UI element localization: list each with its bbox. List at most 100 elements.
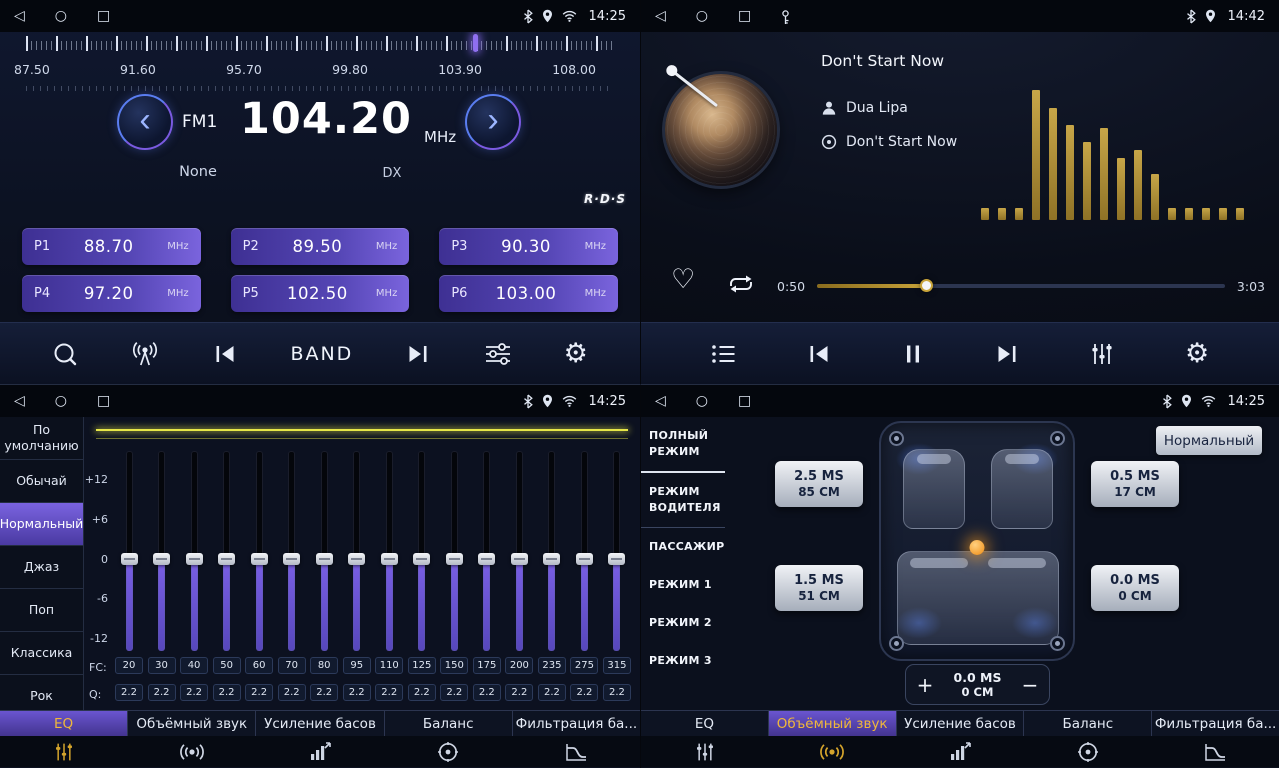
home-icon[interactable]: ○	[696, 393, 708, 409]
eq-slider[interactable]	[353, 451, 360, 651]
tab-filter[interactable]	[1151, 742, 1279, 762]
eq-preset[interactable]: По умолчанию	[0, 417, 83, 460]
recents-icon[interactable]: □	[97, 8, 110, 24]
favorite-icon[interactable]: ♡	[671, 266, 695, 293]
tab[interactable]: Фильтрация ба...	[513, 711, 640, 736]
sound-mode-item[interactable]: РЕЖИМ 1	[641, 566, 725, 604]
eq-slider-handle[interactable]	[511, 553, 528, 565]
eq-slider-handle[interactable]	[348, 553, 365, 565]
eq-slider[interactable]	[386, 451, 393, 651]
tab-bass[interactable]	[896, 742, 1024, 762]
eq-preset[interactable]: Классика	[0, 632, 83, 675]
band-button[interactable]: BAND	[290, 343, 353, 365]
increase-delay-button[interactable]: +	[906, 665, 944, 704]
sound-mode-item[interactable]: ПОЛНЫЙ РЕЖИМ	[641, 417, 725, 473]
tab-balance[interactable]	[384, 741, 512, 763]
tab-filter[interactable]	[512, 742, 640, 762]
sound-mode-item[interactable]: РЕЖИМ 2	[641, 604, 725, 642]
back-icon[interactable]: ◁	[655, 8, 666, 25]
tab[interactable]: Баланс	[385, 711, 513, 736]
eq-preset[interactable]: Поп	[0, 589, 83, 632]
scan-icon[interactable]	[52, 341, 78, 367]
eq-slider-handle[interactable]	[218, 553, 235, 565]
tab[interactable]: Усиление басов	[256, 711, 384, 736]
eq-slider[interactable]	[158, 451, 165, 651]
tab-surround[interactable]	[128, 743, 256, 761]
eq-slider[interactable]	[321, 451, 328, 651]
eq-preset[interactable]: Нормальный	[0, 503, 83, 546]
back-icon[interactable]: ◁	[14, 393, 25, 409]
eq-slider-handle[interactable]	[413, 553, 430, 565]
progress-knob[interactable]	[920, 279, 933, 292]
back-icon[interactable]: ◁	[655, 393, 666, 409]
eq-slider-handle[interactable]	[576, 553, 593, 565]
eq-slider[interactable]	[418, 451, 425, 651]
eq-slider-handle[interactable]	[283, 553, 300, 565]
back-icon[interactable]: ◁	[14, 8, 25, 24]
recents-icon[interactable]: □	[738, 393, 751, 409]
broadcast-icon[interactable]	[130, 341, 160, 367]
preset-button[interactable]: P3 90.30 MHz	[439, 228, 618, 265]
eq-slider-handle[interactable]	[381, 553, 398, 565]
tab[interactable]: Баланс	[1024, 711, 1152, 736]
recents-icon[interactable]: □	[738, 8, 751, 25]
eq-slider-handle[interactable]	[153, 553, 170, 565]
home-icon[interactable]: ○	[55, 393, 67, 409]
front-left-delay-button[interactable]: 2.5 MS 85 CM	[775, 461, 863, 507]
next-icon[interactable]	[405, 342, 431, 366]
tab-surround[interactable]	[769, 743, 897, 761]
tab-eq[interactable]	[641, 742, 769, 762]
eq-slider-handle[interactable]	[186, 553, 203, 565]
preset-button[interactable]: P6 103.00 MHz	[439, 275, 618, 312]
tab[interactable]: EQ	[641, 711, 769, 736]
eq-slider[interactable]	[256, 451, 263, 651]
eq-slider-handle[interactable]	[543, 553, 560, 565]
tab[interactable]: Объёмный звук	[769, 711, 897, 736]
preset-button[interactable]: P5 102.50 MHz	[231, 275, 410, 312]
eq-slider[interactable]	[223, 451, 230, 651]
eq-slider-handle[interactable]	[446, 553, 463, 565]
sound-mode-item[interactable]: РЕЖИМ 3	[641, 642, 725, 680]
eq-slider[interactable]	[191, 451, 198, 651]
eq-slider[interactable]	[451, 451, 458, 651]
eq-slider[interactable]	[516, 451, 523, 651]
tab[interactable]: Объёмный звук	[128, 711, 256, 736]
previous-icon[interactable]	[806, 342, 832, 366]
preset-button[interactable]: P4 97.20 MHz	[22, 275, 201, 312]
pause-icon[interactable]	[902, 342, 924, 366]
eq-slider[interactable]	[613, 451, 620, 651]
eq-slider[interactable]	[483, 451, 490, 651]
preset-button[interactable]: P1 88.70 MHz	[22, 228, 201, 265]
tab-balance[interactable]	[1024, 741, 1152, 763]
progress-bar[interactable]	[817, 284, 1225, 288]
home-icon[interactable]: ○	[696, 8, 708, 25]
frequency-ruler[interactable]	[26, 36, 614, 54]
repeat-icon[interactable]	[727, 274, 755, 294]
eq-preset[interactable]: Джаз	[0, 546, 83, 589]
settings-gear-icon[interactable]: ⚙	[1185, 340, 1209, 367]
home-icon[interactable]: ○	[55, 8, 67, 24]
eq-slider[interactable]	[581, 451, 588, 651]
eq-slider[interactable]	[126, 451, 133, 651]
frequency-pointer[interactable]	[473, 34, 478, 52]
sound-mode-item[interactable]: ПАССАЖИР	[641, 528, 725, 566]
listening-position-dot[interactable]	[970, 540, 985, 555]
preset-button[interactable]: P2 89.50 MHz	[231, 228, 410, 265]
tune-sliders-icon[interactable]	[484, 342, 512, 366]
tab[interactable]: Усиление басов	[897, 711, 1025, 736]
next-icon[interactable]	[994, 342, 1020, 366]
eq-preset[interactable]: Обычай	[0, 460, 83, 503]
tab[interactable]: Фильтрация ба...	[1152, 711, 1279, 736]
eq-slider-handle[interactable]	[316, 553, 333, 565]
recents-icon[interactable]: □	[97, 393, 110, 409]
eq-slider[interactable]	[288, 451, 295, 651]
tune-down-button[interactable]: ‹	[117, 94, 173, 150]
tab-bass[interactable]	[256, 742, 384, 762]
eq-slider-handle[interactable]	[478, 553, 495, 565]
tune-up-button[interactable]: ›	[465, 94, 521, 150]
sound-mode-item[interactable]: РЕЖИМ ВОДИТЕЛЯ	[641, 473, 725, 528]
playlist-icon[interactable]	[711, 343, 737, 365]
rear-left-delay-button[interactable]: 1.5 MS 51 CM	[775, 565, 863, 611]
mixer-icon[interactable]	[1089, 342, 1115, 366]
eq-slider-handle[interactable]	[251, 553, 268, 565]
